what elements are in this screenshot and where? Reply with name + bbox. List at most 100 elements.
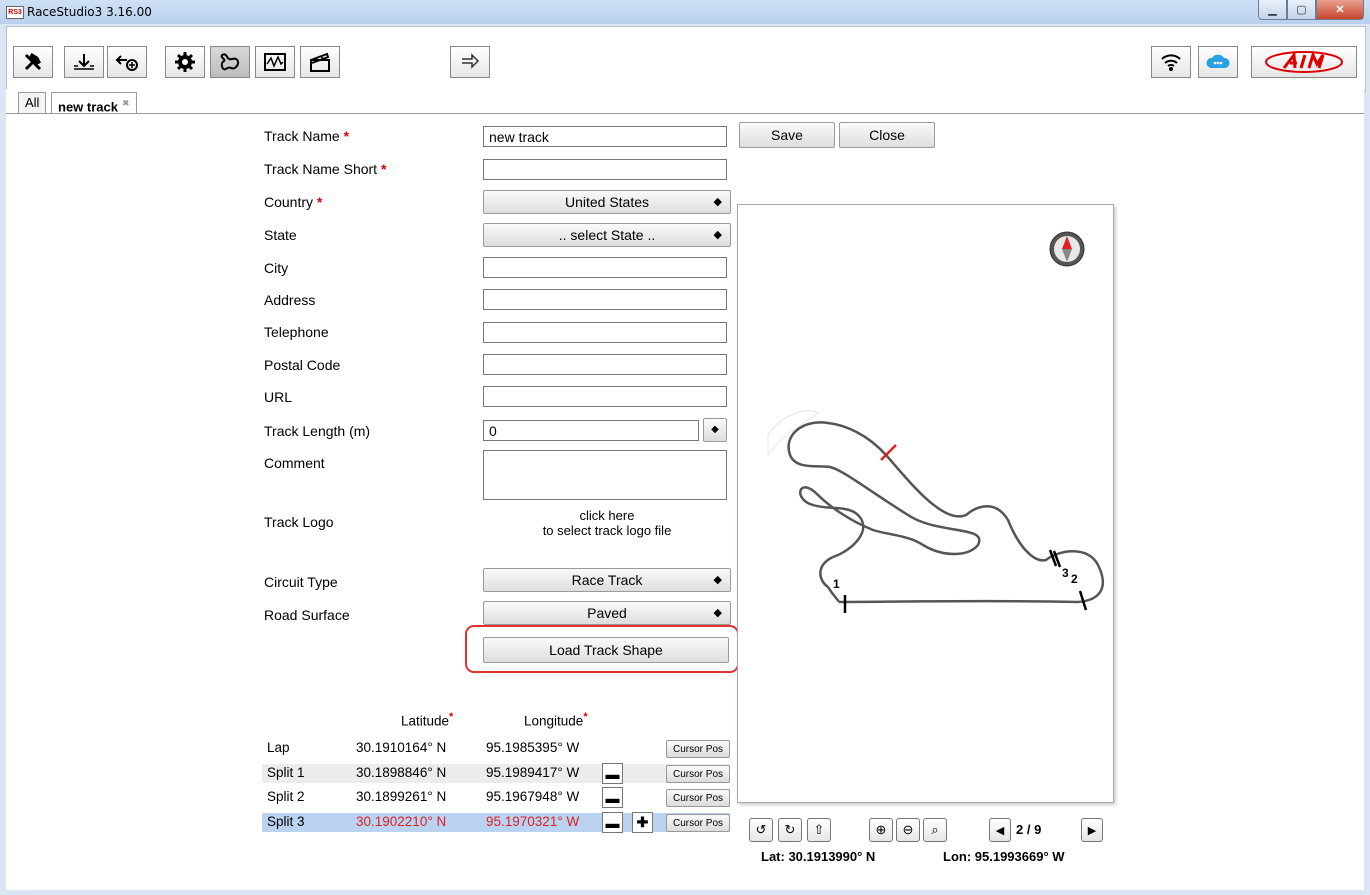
address-input[interactable]: [483, 289, 727, 310]
cursor-pos-button[interactable]: Cursor Pos: [666, 789, 730, 807]
city-input[interactable]: [483, 257, 727, 278]
load-track-shape-button[interactable]: Load Track Shape: [483, 637, 729, 663]
track-path: [787, 421, 1104, 604]
select-arrow-icon: ◆: [713, 574, 722, 586]
row-lat: 30.1910164° N: [356, 740, 447, 755]
select-arrow-icon: ◆: [713, 196, 722, 208]
save-button[interactable]: Save: [739, 122, 835, 148]
zoom-fit-icon[interactable]: ⌕: [923, 818, 947, 842]
main-toolbar: [6, 26, 1366, 92]
latitude-header: Latitude*: [401, 711, 454, 729]
address-label: Address: [264, 292, 316, 308]
zoom-out-icon[interactable]: ⊖: [896, 818, 920, 842]
page-indicator: 2 / 9: [1016, 822, 1042, 837]
track-logo-picker[interactable]: click here to select track logo file: [483, 508, 731, 538]
title-bar: RS3 RaceStudio3 3.16.00 ▁ ▢ ✕: [0, 0, 1370, 24]
track-length-label: Track Length (m): [264, 423, 371, 439]
track-manager-icon[interactable]: [210, 46, 250, 78]
remove-split-button[interactable]: ▬: [602, 763, 623, 784]
tab-new-track[interactable]: new track ✖: [51, 92, 137, 114]
row-lon: 95.1985395° W: [486, 740, 580, 755]
cursor-pos-button[interactable]: Cursor Pos: [666, 765, 730, 783]
telephone-input[interactable]: [483, 322, 727, 343]
cursor-pos-button[interactable]: Cursor Pos: [666, 740, 730, 758]
import-device-icon[interactable]: [107, 46, 147, 78]
track-logo-label: Track Logo: [264, 514, 334, 530]
data-analysis-icon[interactable]: [255, 46, 295, 78]
tyre-pressure-icon[interactable]: [64, 46, 104, 78]
telephone-label: Telephone: [264, 324, 329, 340]
close-button[interactable]: Close: [839, 122, 935, 148]
tab-close-icon[interactable]: ✖: [122, 98, 130, 108]
row-name: Split 1: [267, 765, 305, 780]
state-select[interactable]: .. select State .. ◆: [483, 223, 731, 247]
cursor-pos-button[interactable]: Cursor Pos: [666, 814, 730, 832]
row-lat: 30.1899261° N: [356, 789, 447, 804]
lon-readout: Lon: 95.1993669° W: [943, 849, 1065, 864]
longitude-header: Longitude*: [524, 711, 588, 729]
track-map[interactable]: 1 3 2: [737, 204, 1114, 803]
row-lat: 30.1898846° N: [356, 765, 447, 780]
row-lon: 95.1970321° W: [486, 814, 580, 829]
maximize-button[interactable]: ▢: [1287, 0, 1316, 20]
rotate-left-icon[interactable]: ↺: [749, 818, 773, 842]
zoom-in-icon[interactable]: ⊕: [869, 818, 893, 842]
track-length-spinner[interactable]: ◆: [703, 418, 727, 442]
country-select[interactable]: United States ◆: [483, 190, 731, 214]
marker-label: 1: [833, 577, 840, 591]
add-split-button[interactable]: ✚: [632, 812, 653, 833]
track-name-short-input[interactable]: [483, 159, 727, 180]
circuit-type-select[interactable]: Race Track ◆: [483, 568, 731, 592]
row-lat: 30.1902210° N: [356, 814, 447, 829]
marker-label: 2: [1071, 572, 1078, 586]
aim-logo-icon[interactable]: [1251, 46, 1357, 78]
tab-bar: All new track ✖: [6, 89, 1364, 114]
next-page-icon[interactable]: ▶: [1081, 818, 1103, 842]
app-icon: RS3: [6, 6, 24, 19]
remove-split-button[interactable]: ▬: [602, 787, 623, 808]
track-editor: Track Name * Track Name Short * Country …: [6, 113, 1364, 890]
row-name: Lap: [267, 740, 290, 755]
track-logo-hint-2: to select track logo file: [542, 523, 672, 538]
wifi-icon[interactable]: [1151, 46, 1191, 78]
tab-all[interactable]: All: [18, 92, 47, 114]
wrench-icon[interactable]: [13, 46, 53, 78]
road-surface-select[interactable]: Paved ◆: [483, 601, 731, 625]
row-lon: 95.1989417° W: [486, 765, 580, 780]
row-name: Split 3: [267, 814, 305, 829]
compass-icon: [1049, 231, 1085, 267]
row-lon: 95.1967948° W: [486, 789, 580, 804]
lat-readout: Lat: 30.1913990° N: [761, 849, 876, 864]
country-label: Country *: [264, 194, 323, 210]
minimize-button[interactable]: ▁: [1258, 0, 1287, 20]
track-name-input[interactable]: new track: [483, 126, 727, 147]
state-label: State: [264, 227, 297, 243]
marker-label: 3: [1062, 566, 1069, 580]
road-surface-label: Road Surface: [264, 607, 350, 623]
prev-page-icon[interactable]: ◀: [989, 818, 1011, 842]
select-arrow-icon: ◆: [713, 607, 722, 619]
track-name-label: Track Name *: [264, 128, 350, 144]
city-label: City: [264, 260, 289, 276]
comment-label: Comment: [264, 455, 325, 471]
url-input[interactable]: [483, 386, 727, 407]
transfer-arrows-icon[interactable]: [450, 46, 490, 78]
url-label: URL: [264, 389, 293, 405]
north-up-icon[interactable]: ⇧: [807, 818, 831, 842]
comment-textarea[interactable]: [483, 450, 727, 500]
track-length-input[interactable]: 0: [483, 420, 699, 441]
track-name-short-label: Track Name Short *: [264, 161, 387, 177]
track-logo-hint-1: click here: [579, 508, 635, 523]
settings-gear-icon[interactable]: [165, 46, 205, 78]
select-arrow-icon: ◆: [713, 229, 722, 241]
rotate-right-icon[interactable]: ↻: [778, 818, 802, 842]
circuit-type-label: Circuit Type: [264, 574, 338, 590]
postal-code-input[interactable]: [483, 354, 727, 375]
postal-code-label: Postal Code: [264, 357, 341, 373]
remove-split-button[interactable]: ▬: [602, 812, 623, 833]
row-name: Split 2: [267, 789, 305, 804]
video-clapper-icon[interactable]: [300, 46, 340, 78]
app-window: RS3 RaceStudio3 3.16.00 ▁ ▢ ✕ All new tr…: [0, 0, 1370, 895]
close-window-button[interactable]: ✕: [1316, 0, 1364, 20]
cloud-icon[interactable]: [1198, 46, 1238, 78]
